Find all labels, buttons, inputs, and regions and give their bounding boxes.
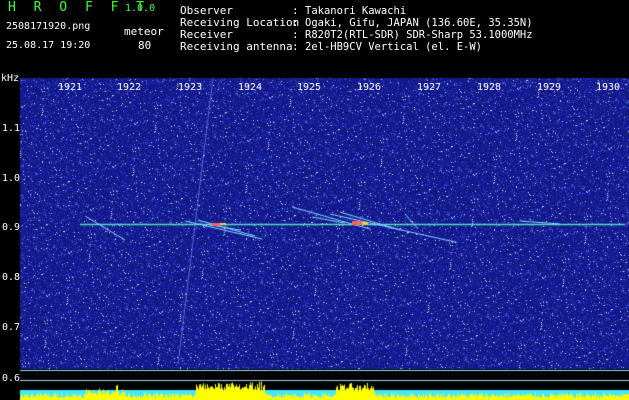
meteor-count: 80 <box>138 39 152 52</box>
app-version: 1.0.0 <box>125 3 156 14</box>
receiver-value: R820T2(RTL-SDR) SDR-Sharp 53.1000MHz <box>305 29 533 41</box>
x-tick-1921: 1921 <box>58 82 83 93</box>
x-tick-1926: 1926 <box>357 82 382 93</box>
antenna-label: Receiving antenna <box>180 40 293 53</box>
y-tick-0.9: 0.9 <box>2 222 21 233</box>
x-tick-1924: 1924 <box>238 82 263 93</box>
y-axis-unit: kHz <box>1 73 20 84</box>
y-tick-0.6: 0.6 <box>2 373 21 384</box>
waterfall-spectrogram <box>0 64 629 400</box>
antenna-value: 2el-HB9CV Vertical (el. E-W) <box>305 41 483 53</box>
y-tick-1.1: 1.1 <box>2 123 21 134</box>
datetime: 25.08.17 19:20 <box>6 40 91 51</box>
observer-value: Takanori Kawachi <box>305 5 407 17</box>
x-tick-1925: 1925 <box>297 82 322 93</box>
x-tick-1928: 1928 <box>477 82 502 93</box>
header-panel: H R O F F T 1.0.0 2508171920.png meteor … <box>0 0 629 64</box>
x-tick-1923: 1923 <box>178 82 203 93</box>
antenna-colon: : <box>292 40 299 53</box>
x-tick-1929: 1929 <box>537 82 562 93</box>
meteor-label: meteor <box>124 25 164 38</box>
location-value: Ogaki, Gifu, JAPAN (136.60E, 35.35N) <box>305 17 533 29</box>
x-tick-1930: 1930 <box>596 82 621 93</box>
filename: 2508171920.png <box>6 21 91 32</box>
y-tick-0.8: 0.8 <box>2 272 21 283</box>
x-tick-1922: 1922 <box>117 82 142 93</box>
x-tick-1927: 1927 <box>417 82 442 93</box>
y-tick-1.0: 1.0 <box>2 173 21 184</box>
y-tick-0.7: 0.7 <box>2 322 21 333</box>
